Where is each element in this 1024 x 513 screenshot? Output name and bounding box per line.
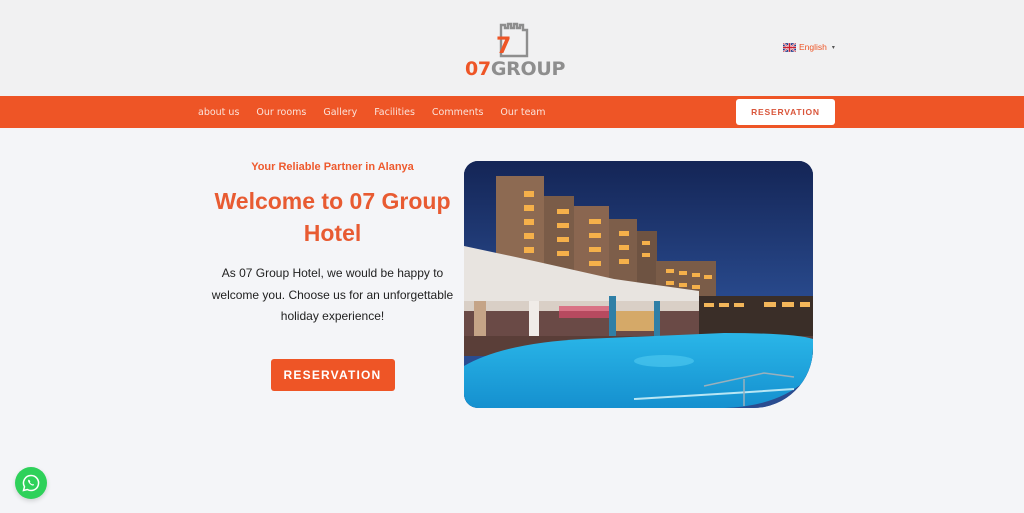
language-selector[interactable]: English ▾ xyxy=(783,41,835,53)
nav-item-facilities[interactable]: Facilities xyxy=(374,107,415,118)
hero-reservation-button[interactable]: RESERVATION xyxy=(270,358,395,391)
whatsapp-button[interactable] xyxy=(15,467,47,499)
uk-flag-icon xyxy=(783,42,796,52)
nav-links: about us Our rooms Gallery Facilities Co… xyxy=(198,96,563,128)
site-header: 7 07GROUP English ▾ xyxy=(0,0,1024,96)
whatsapp-icon xyxy=(22,474,40,492)
logo-word: GROUP xyxy=(490,58,566,80)
main-navigation: about us Our rooms Gallery Facilities Co… xyxy=(0,96,1024,128)
brand-logo[interactable]: 7 07GROUP xyxy=(465,20,565,80)
hero-description: As 07 Group Hotel, we would be happy to … xyxy=(211,266,454,323)
logo-number: 07 xyxy=(465,58,491,80)
hero-title: Welcome to 07 Group Hotel xyxy=(214,188,451,246)
hero-content: Your Reliable Partner in Alanya Welcome … xyxy=(205,155,460,391)
castle-tower-icon: 7 xyxy=(496,22,529,58)
language-label: English xyxy=(799,42,827,52)
logo-wordmark: 07GROUP xyxy=(465,58,565,80)
nav-item-about-us[interactable]: about us xyxy=(198,107,239,118)
chevron-down-icon: ▾ xyxy=(831,44,835,51)
hotel-pool-image xyxy=(464,161,813,408)
nav-reservation-button[interactable]: RESERVATION xyxy=(736,99,835,125)
nav-item-our-rooms[interactable]: Our rooms xyxy=(256,107,306,118)
nav-item-our-team[interactable]: Our team xyxy=(500,107,545,118)
nav-item-comments[interactable]: Comments xyxy=(432,107,484,118)
nav-item-gallery[interactable]: Gallery xyxy=(323,107,357,118)
hero-tagline: Your Reliable Partner in Alanya xyxy=(251,161,414,173)
svg-text:7: 7 xyxy=(496,34,511,58)
hotel-photo xyxy=(464,161,813,408)
